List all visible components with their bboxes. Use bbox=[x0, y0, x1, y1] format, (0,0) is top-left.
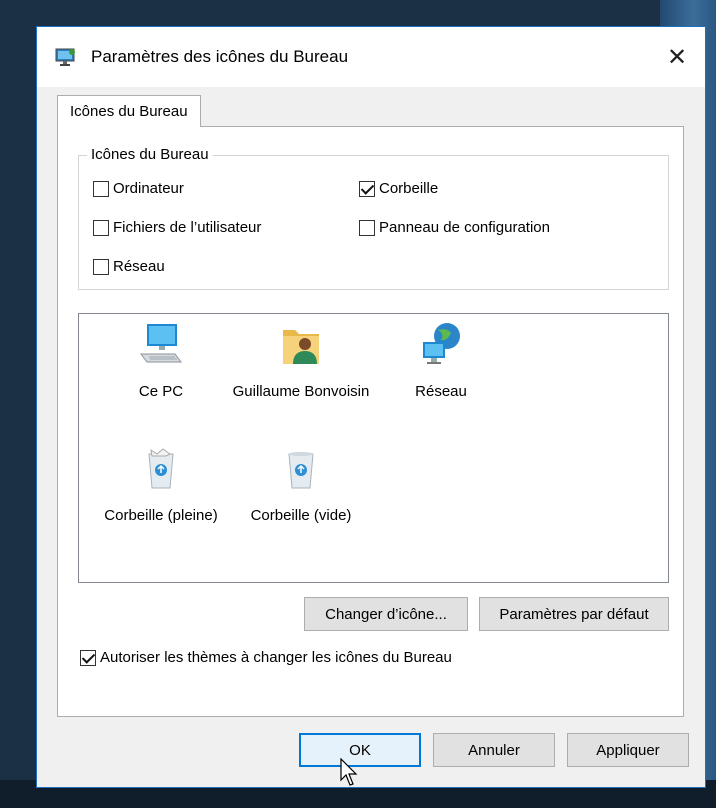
checkbox-label: Corbeille bbox=[379, 180, 439, 197]
checkbox-computer[interactable]: Ordinateur bbox=[93, 180, 184, 197]
checkbox-box[interactable] bbox=[359, 219, 375, 236]
ok-button[interactable]: OK bbox=[299, 733, 421, 767]
dialog-title: Paramètres des icônes du Bureau bbox=[91, 47, 349, 66]
allow-themes-checkbox[interactable]: Autoriser les thèmes à changer les icône… bbox=[80, 649, 452, 666]
checkbox-user-files[interactable]: Fichiers de l’utilisateur bbox=[93, 219, 261, 236]
checkbox-box[interactable] bbox=[93, 180, 109, 197]
checkbox-label: Fichiers de l’utilisateur bbox=[113, 219, 262, 236]
checkbox-label: Panneau de configuration bbox=[379, 219, 550, 236]
change-icon-button[interactable]: Changer d’icône... bbox=[304, 597, 468, 631]
restore-default-button[interactable]: Paramètres par défaut bbox=[479, 597, 669, 631]
desktop-icon-settings-dialog: Paramètres des icônes du Bureau ✕ Icônes… bbox=[36, 26, 706, 788]
checkbox-network[interactable]: Réseau bbox=[93, 258, 165, 275]
checkbox-box[interactable] bbox=[80, 649, 96, 666]
checkbox-box[interactable] bbox=[93, 219, 109, 236]
tab-desktop-icons[interactable]: Icônes du Bureau bbox=[57, 95, 201, 127]
computer-icon bbox=[140, 324, 182, 363]
close-button[interactable]: ✕ bbox=[649, 27, 705, 87]
recycle-bin-empty-icon bbox=[288, 452, 314, 489]
icon-label: Corbeille (pleine) bbox=[104, 507, 218, 524]
icon-label: Ce PC bbox=[138, 383, 184, 400]
icon-item-network[interactable]: Réseau bbox=[371, 320, 511, 401]
checkbox-label: Ordinateur bbox=[113, 180, 184, 197]
checkbox-box[interactable] bbox=[93, 258, 109, 275]
mouse-pointer-icon bbox=[340, 758, 358, 786]
icon-list[interactable]: Ce PC Guillaume Bonvoisin Réseau Corbeil… bbox=[78, 313, 669, 583]
icon-label: Guillaume Bonvoisin bbox=[232, 383, 370, 400]
checkbox-box[interactable] bbox=[359, 180, 375, 197]
apply-button[interactable]: Appliquer bbox=[567, 733, 689, 767]
cancel-button[interactable]: Annuler bbox=[433, 733, 555, 767]
checkbox-label: Autoriser les thèmes à changer les icône… bbox=[100, 649, 452, 666]
group-legend: Icônes du Bureau bbox=[87, 146, 213, 163]
checkbox-control-panel[interactable]: Panneau de configuration bbox=[359, 219, 550, 236]
desktop-settings-icon bbox=[55, 48, 75, 66]
icon-label: Corbeille (vide) bbox=[250, 507, 352, 524]
checkbox-recycle-bin[interactable]: Corbeille bbox=[359, 180, 438, 197]
desktop-icons-group: Icônes du Bureau Ordinateur Corbeille Fi… bbox=[78, 146, 669, 290]
icon-item-recycle-bin-full[interactable]: Corbeille (pleine) bbox=[91, 444, 231, 525]
close-icon: ✕ bbox=[666, 43, 688, 71]
tab-panel: Icônes du Bureau Ordinateur Corbeille Fi… bbox=[57, 126, 684, 717]
title-bar[interactable]: Paramètres des icônes du Bureau ✕ bbox=[37, 27, 705, 87]
user-folder-icon bbox=[283, 330, 319, 364]
icon-item-user-folder[interactable]: Guillaume Bonvoisin bbox=[231, 320, 371, 401]
network-icon bbox=[423, 323, 460, 364]
icon-label: Réseau bbox=[415, 383, 467, 400]
recycle-bin-full-icon bbox=[148, 448, 174, 489]
icon-item-this-pc[interactable]: Ce PC bbox=[91, 320, 231, 401]
icon-item-recycle-bin-empty[interactable]: Corbeille (vide) bbox=[231, 444, 371, 525]
checkbox-label: Réseau bbox=[113, 258, 165, 275]
